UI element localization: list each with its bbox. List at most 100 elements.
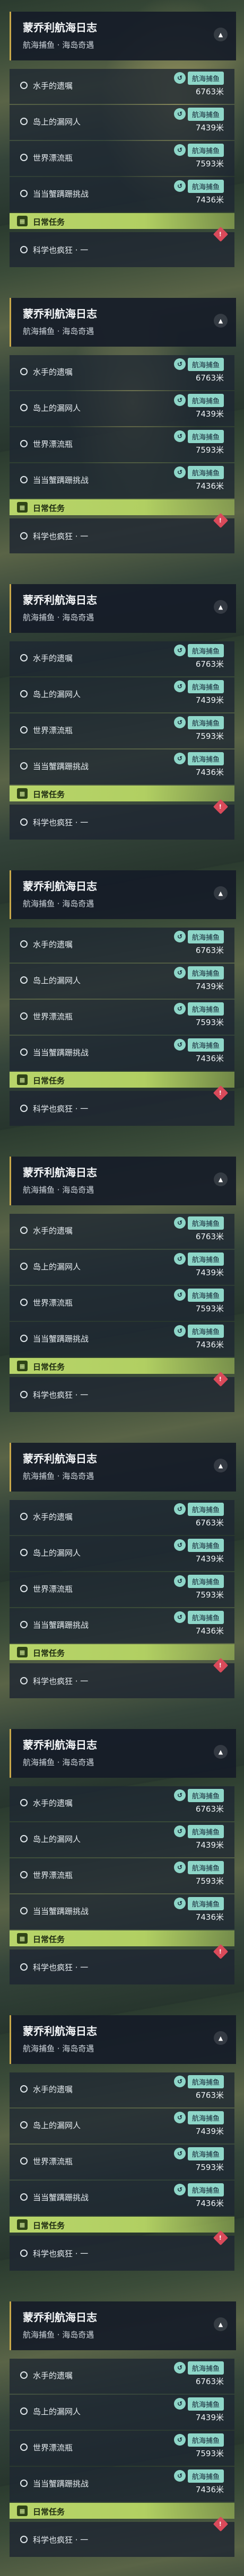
task-row[interactable]: 水手的遗嘱 ↺ 航海捕鱼 6763米 <box>10 2072 234 2107</box>
alert-icon: ! <box>213 2230 229 2246</box>
task-row[interactable]: 水手的遗嘱 ↺ 航海捕鱼 6763米 <box>10 1786 234 1821</box>
task-tag-label: 航海捕鱼 <box>187 179 224 193</box>
chevron-up-icon[interactable]: ▲ <box>214 600 228 614</box>
task-row[interactable]: 当当蟹蹒跚挑战 ↺ 航海捕鱼 7436米 <box>10 1036 234 1071</box>
chevron-up-icon[interactable]: ▲ <box>214 28 228 41</box>
task-tag-label: 航海捕鱼 <box>187 71 224 85</box>
task-row[interactable]: 水手的遗嘱 ↺ 航海捕鱼 6763米 <box>10 1214 234 1249</box>
calendar-icon: ▦ <box>17 2506 28 2516</box>
chevron-up-icon[interactable]: ▲ <box>214 1745 228 1759</box>
task-row[interactable]: 岛上的漏网人 ↺ 航海捕鱼 7439米 <box>10 677 234 712</box>
daily-quest-label: 日常任务 <box>33 1076 65 1086</box>
task-row[interactable]: 世界漂流瓶 ↺ 航海捕鱼 7593米 <box>10 1858 234 1893</box>
daily-task-row[interactable]: ! 科学也疯狂 · 一 <box>10 1657 234 1698</box>
task-row[interactable]: 水手的遗嘱 ↺ 航海捕鱼 6763米 <box>10 641 234 676</box>
chevron-up-icon[interactable]: ▲ <box>214 2031 228 2045</box>
quest-header[interactable]: 蒙乔利航海日志 航海捕鱼 · 海岛奇遇 ▲ <box>10 870 236 919</box>
daily-task-row[interactable]: ! 科学也疯狂 · 一 <box>10 2516 234 2557</box>
task-row[interactable]: 水手的遗嘱 ↺ 航海捕鱼 6763米 <box>10 69 234 104</box>
daily-task-row[interactable]: ! 科学也疯狂 · 一 <box>10 1085 234 1126</box>
task-row[interactable]: 当当蟹蹒跚挑战 ↺ 航海捕鱼 7436米 <box>10 2181 234 2216</box>
task-label: 世界漂流瓶 <box>33 2157 73 2166</box>
quest-header[interactable]: 蒙乔利航海日志 航海捕鱼 · 海岛奇遇 ▲ <box>10 1157 236 1205</box>
quest-header[interactable]: 蒙乔利航海日志 航海捕鱼 · 海岛奇遇 ▲ <box>10 1729 236 1778</box>
task-row[interactable]: 水手的遗嘱 ↺ 航海捕鱼 6763米 <box>10 1500 234 1535</box>
circle-icon <box>20 1299 28 1306</box>
quest-header[interactable]: 蒙乔利航海日志 航海捕鱼 · 海岛奇遇 ▲ <box>10 2015 236 2064</box>
task-distance: 7593米 <box>195 731 224 741</box>
chevron-up-icon[interactable]: ▲ <box>214 1459 228 1472</box>
task-row[interactable]: 当当蟹蹒跚挑战 ↺ 航海捕鱼 7436米 <box>10 1608 234 1643</box>
task-row[interactable]: 当当蟹蹒跚挑战 ↺ 航海捕鱼 7436米 <box>10 2467 234 2502</box>
task-tag-label: 航海捕鱼 <box>187 1538 224 1552</box>
chevron-up-icon[interactable]: ▲ <box>214 886 228 900</box>
daily-task-row[interactable]: ! 科学也疯狂 · 一 <box>10 2230 234 2271</box>
task-distance: 7436米 <box>195 2485 224 2494</box>
task-row[interactable]: 岛上的漏网人 ↺ 航海捕鱼 7439米 <box>10 105 234 140</box>
daily-quest-header[interactable]: ▦ 日常任务 <box>10 2217 234 2233</box>
task-row[interactable]: 水手的遗嘱 ↺ 航海捕鱼 6763米 <box>10 928 234 963</box>
daily-quest-header[interactable]: ▦ 日常任务 <box>10 2503 234 2519</box>
task-row[interactable]: 岛上的漏网人 ↺ 航海捕鱼 7439米 <box>10 1250 234 1285</box>
daily-quest-header[interactable]: ▦ 日常任务 <box>10 1930 234 1946</box>
alert-icon: ! <box>213 1657 229 1673</box>
task-tag-label: 航海捕鱼 <box>187 143 224 157</box>
quest-subtitle: 航海捕鱼 · 海岛奇遇 <box>23 1758 94 1767</box>
task-row[interactable]: 水手的遗嘱 ↺ 航海捕鱼 6763米 <box>10 2359 234 2394</box>
task-row[interactable]: 岛上的漏网人 ↺ 航海捕鱼 7439米 <box>10 2109 234 2143</box>
alert-mark: ! <box>219 2520 222 2528</box>
quest-header[interactable]: 蒙乔利航海日志 航海捕鱼 · 海岛奇遇 ▲ <box>10 298 236 347</box>
task-tag: ↺ 航海捕鱼 <box>161 2361 224 2375</box>
task-row[interactable]: 岛上的漏网人 ↺ 航海捕鱼 7439米 <box>10 2395 234 2430</box>
daily-quest-header[interactable]: ▦ 日常任务 <box>10 499 234 515</box>
daily-quest-header[interactable]: ▦ 日常任务 <box>10 786 234 801</box>
task-tag-label: 航海捕鱼 <box>187 752 224 765</box>
task-row[interactable]: 世界漂流瓶 ↺ 航海捕鱼 7593米 <box>10 1286 234 1321</box>
task-row[interactable]: 岛上的漏网人 ↺ 航海捕鱼 7439米 <box>10 964 234 999</box>
task-row[interactable]: 世界漂流瓶 ↺ 航海捕鱼 7593米 <box>10 2145 234 2180</box>
task-distance: 6763米 <box>195 946 224 955</box>
task-tag-label: 航海捕鱼 <box>187 2183 224 2196</box>
daily-task-row[interactable]: ! 科学也疯狂 · 一 <box>10 513 234 553</box>
task-tag: ↺ 航海捕鱼 <box>161 716 224 729</box>
quest-header[interactable]: 蒙乔利航海日志 航海捕鱼 · 海岛奇遇 ▲ <box>10 1443 236 1492</box>
task-label: 世界漂流瓶 <box>33 439 73 449</box>
task-label: 水手的遗嘱 <box>33 1798 73 1808</box>
task-row[interactable]: 世界漂流瓶 ↺ 航海捕鱼 7593米 <box>10 713 234 748</box>
daily-task-row[interactable]: ! 科学也疯狂 · 一 <box>10 1944 234 1984</box>
quest-header[interactable]: 蒙乔利航海日志 航海捕鱼 · 海岛奇遇 ▲ <box>10 584 236 633</box>
daily-quest-header[interactable]: ▦ 日常任务 <box>10 1358 234 1374</box>
daily-quest-header[interactable]: ▦ 日常任务 <box>10 213 234 229</box>
alert-mark: ! <box>219 2234 222 2242</box>
task-tag-label: 航海捕鱼 <box>187 716 224 729</box>
task-row[interactable]: 世界漂流瓶 ↺ 航海捕鱼 7593米 <box>10 2431 234 2466</box>
task-tag: ↺ 航海捕鱼 <box>161 1896 224 1910</box>
quest-header[interactable]: 蒙乔利航海日志 航海捕鱼 · 海岛奇遇 ▲ <box>10 2301 236 2350</box>
task-row[interactable]: 水手的遗嘱 ↺ 航海捕鱼 6763米 <box>10 355 234 390</box>
chevron-up-icon[interactable]: ▲ <box>214 1172 228 1186</box>
daily-quest-header[interactable]: ▦ 日常任务 <box>10 1644 234 1660</box>
task-row[interactable]: 岛上的漏网人 ↺ 航海捕鱼 7439米 <box>10 391 234 426</box>
quest-header[interactable]: 蒙乔利航海日志 航海捕鱼 · 海岛奇遇 ▲ <box>10 12 236 60</box>
chevron-up-icon[interactable]: ▲ <box>214 2317 228 2331</box>
daily-quest-label: 日常任务 <box>33 504 65 513</box>
daily-task-row[interactable]: ! 科学也疯狂 · 一 <box>10 1371 234 1412</box>
task-row[interactable]: 当当蟹蹒跚挑战 ↺ 航海捕鱼 7436米 <box>10 177 234 212</box>
fishing-icon: ↺ <box>173 1503 186 1515</box>
task-tag: ↺ 航海捕鱼 <box>161 680 224 693</box>
daily-task-row[interactable]: ! 科学也疯狂 · 一 <box>10 226 234 267</box>
task-row[interactable]: 世界漂流瓶 ↺ 航海捕鱼 7593米 <box>10 1572 234 1607</box>
daily-quest-header[interactable]: ▦ 日常任务 <box>10 1072 234 1088</box>
task-row[interactable]: 岛上的漏网人 ↺ 航海捕鱼 7439米 <box>10 1822 234 1857</box>
task-row[interactable]: 当当蟹蹒跚挑战 ↺ 航海捕鱼 7436米 <box>10 749 234 784</box>
daily-task-row[interactable]: ! 科学也疯狂 · 一 <box>10 799 234 840</box>
task-row[interactable]: 当当蟹蹒跚挑战 ↺ 航海捕鱼 7436米 <box>10 463 234 498</box>
task-row[interactable]: 当当蟹蹒跚挑战 ↺ 航海捕鱼 7436米 <box>10 1322 234 1357</box>
task-row[interactable]: 世界漂流瓶 ↺ 航海捕鱼 7593米 <box>10 427 234 462</box>
fishing-icon: ↺ <box>173 358 186 370</box>
task-row[interactable]: 岛上的漏网人 ↺ 航海捕鱼 7439米 <box>10 1536 234 1571</box>
task-row[interactable]: 世界漂流瓶 ↺ 航海捕鱼 7593米 <box>10 1000 234 1035</box>
task-row[interactable]: 世界漂流瓶 ↺ 航海捕鱼 7593米 <box>10 141 234 176</box>
chevron-up-icon[interactable]: ▲ <box>214 314 228 328</box>
task-row[interactable]: 当当蟹蹒跚挑战 ↺ 航海捕鱼 7436米 <box>10 1894 234 1929</box>
